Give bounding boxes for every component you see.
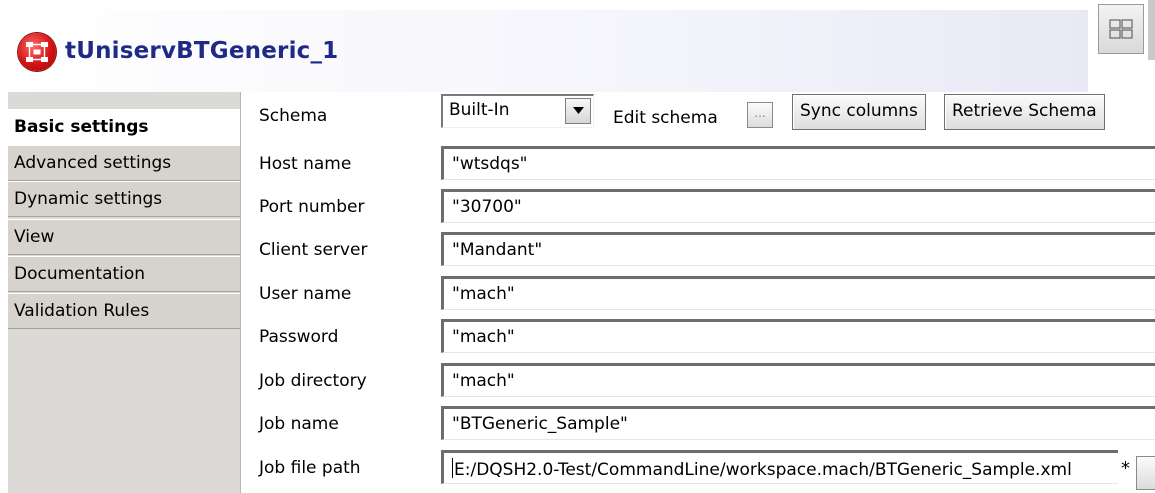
edit-schema-button[interactable]: ... bbox=[747, 102, 773, 128]
port-number-field[interactable]: "30700" bbox=[441, 189, 1155, 223]
tab-label: Dynamic settings bbox=[14, 189, 163, 209]
schema-label: Schema bbox=[259, 106, 328, 126]
user-name-label: User name bbox=[259, 284, 352, 304]
text-caret bbox=[452, 458, 453, 478]
job-name-label: Job name bbox=[259, 414, 339, 434]
client-server-row: Client server "Mandant" bbox=[241, 232, 1155, 274]
tab-documentation[interactable]: Documentation bbox=[8, 256, 240, 292]
user-name-field[interactable]: "mach" bbox=[441, 276, 1155, 310]
window-edge bbox=[1148, 0, 1155, 60]
dropdown-button[interactable] bbox=[565, 98, 591, 124]
layout-toggle-button[interactable] bbox=[1098, 4, 1144, 54]
client-server-field[interactable]: "Mandant" bbox=[441, 232, 1155, 266]
port-number-row: Port number "30700" bbox=[241, 189, 1155, 231]
host-name-label: Host name bbox=[259, 154, 352, 174]
tab-view[interactable]: View bbox=[8, 219, 240, 255]
component-icon bbox=[18, 33, 56, 71]
job-file-path-row: Job file path E:/DQSH2.0-Test/CommandLin… bbox=[241, 450, 1155, 492]
tab-label: Advanced settings bbox=[14, 153, 172, 173]
basic-settings-panel: Schema Built-In Edit schema ... Sync col… bbox=[241, 92, 1155, 493]
user-name-row: User name "mach" bbox=[241, 276, 1155, 318]
tab-validation-rules[interactable]: Validation Rules bbox=[8, 293, 240, 329]
sync-columns-button[interactable]: Sync columns bbox=[792, 94, 926, 130]
host-name-field[interactable]: "wtsdqs" bbox=[441, 146, 1155, 180]
password-field[interactable]: "mach" bbox=[441, 319, 1155, 353]
port-number-label: Port number bbox=[259, 197, 365, 217]
password-label: Password bbox=[259, 327, 339, 347]
browse-file-button[interactable] bbox=[1136, 456, 1155, 490]
component-header: tUniservBTGeneric_1 bbox=[0, 0, 1155, 93]
schema-select[interactable]: Built-In bbox=[441, 94, 594, 128]
job-name-row: Job name "BTGeneric_Sample" bbox=[241, 406, 1155, 448]
schema-row: Schema Built-In Edit schema ... Sync col… bbox=[241, 92, 1155, 134]
job-file-path-field[interactable]: E:/DQSH2.0-Test/CommandLine/workspace.ma… bbox=[441, 450, 1118, 484]
tab-label: View bbox=[14, 227, 55, 247]
job-file-path-label: Job file path bbox=[259, 458, 361, 478]
required-marker: * bbox=[1121, 458, 1130, 479]
edit-schema-label: Edit schema bbox=[613, 108, 718, 128]
job-file-path-value: E:/DQSH2.0-Test/CommandLine/workspace.ma… bbox=[454, 460, 1072, 480]
tab-dynamic-settings[interactable]: Dynamic settings bbox=[8, 181, 240, 217]
client-server-label: Client server bbox=[259, 240, 368, 260]
tab-label: Basic settings bbox=[14, 117, 149, 137]
job-directory-field[interactable]: "mach" bbox=[441, 363, 1155, 397]
tab-label: Documentation bbox=[14, 264, 146, 284]
host-name-row: Host name "wtsdqs" bbox=[241, 146, 1155, 188]
settings-sidebar: Basic settings Advanced settings Dynamic… bbox=[8, 92, 241, 493]
layout-toggle-icon bbox=[1109, 19, 1133, 39]
password-row: Password "mach" bbox=[241, 319, 1155, 361]
job-directory-row: Job directory "mach" bbox=[241, 363, 1155, 405]
retrieve-schema-button[interactable]: Retrieve Schema bbox=[944, 94, 1105, 130]
tab-basic-settings[interactable]: Basic settings bbox=[8, 109, 240, 145]
chevron-down-icon bbox=[573, 107, 584, 114]
component-title: tUniservBTGeneric_1 bbox=[65, 38, 339, 64]
schema-select-value: Built-In bbox=[449, 100, 510, 120]
job-directory-label: Job directory bbox=[259, 371, 367, 391]
tab-advanced-settings[interactable]: Advanced settings bbox=[8, 145, 240, 181]
tab-label: Validation Rules bbox=[14, 301, 150, 321]
job-name-field[interactable]: "BTGeneric_Sample" bbox=[441, 406, 1155, 440]
